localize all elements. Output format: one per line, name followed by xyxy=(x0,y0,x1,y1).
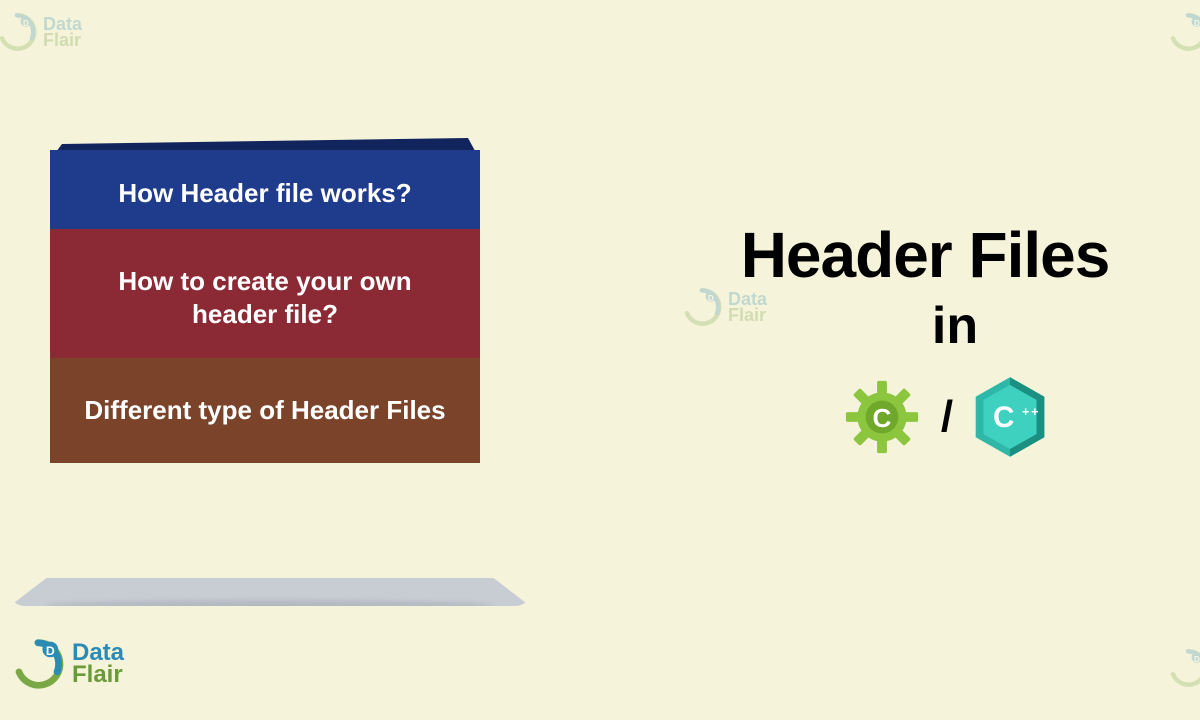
ribbon-red-text: How to create your own header file? xyxy=(50,229,480,366)
ribbon-blue: How Header file works? xyxy=(50,150,480,237)
svg-text:D: D xyxy=(1194,655,1200,664)
language-separator: / xyxy=(941,392,953,442)
brand-flair-label: Flair xyxy=(72,661,123,688)
brand-data-text: Data xyxy=(43,14,82,34)
svg-text:D: D xyxy=(46,644,55,658)
c-letter: C xyxy=(872,403,891,433)
cpp-language-icon: C + + xyxy=(971,374,1049,460)
c-language-icon: C xyxy=(841,376,923,458)
brand-swirl-icon: D xyxy=(10,636,66,692)
brand-logo-main: D Data Flair xyxy=(10,636,124,692)
pedestal-base xyxy=(10,578,530,606)
watermark-bottom-right: D xyxy=(1166,646,1200,690)
svg-text:D: D xyxy=(23,19,29,28)
brand-flair-text: Flair xyxy=(43,30,81,50)
title-main: Header Files xyxy=(680,218,1170,292)
ribbon-stack: How Header file works? How to create you… xyxy=(50,150,480,455)
svg-text:D: D xyxy=(1194,19,1200,28)
title-block: Header Files in C xyxy=(680,218,1170,460)
svg-text:+: + xyxy=(1022,405,1029,419)
ribbon-brown: Different type of Header Files xyxy=(50,358,480,463)
language-row: C / C + + xyxy=(720,374,1170,460)
svg-text:+: + xyxy=(1031,405,1038,419)
watermark-top-left: D Data Flair xyxy=(0,10,82,54)
ribbon-brown-text: Different type of Header Files xyxy=(50,358,480,463)
svg-text:C: C xyxy=(993,401,1014,434)
ribbon-blue-text: How Header file works? xyxy=(50,150,480,237)
title-preposition: in xyxy=(740,296,1170,356)
watermark-top-right: D xyxy=(1166,10,1200,54)
ribbon-red: How to create your own header file? xyxy=(50,229,480,366)
